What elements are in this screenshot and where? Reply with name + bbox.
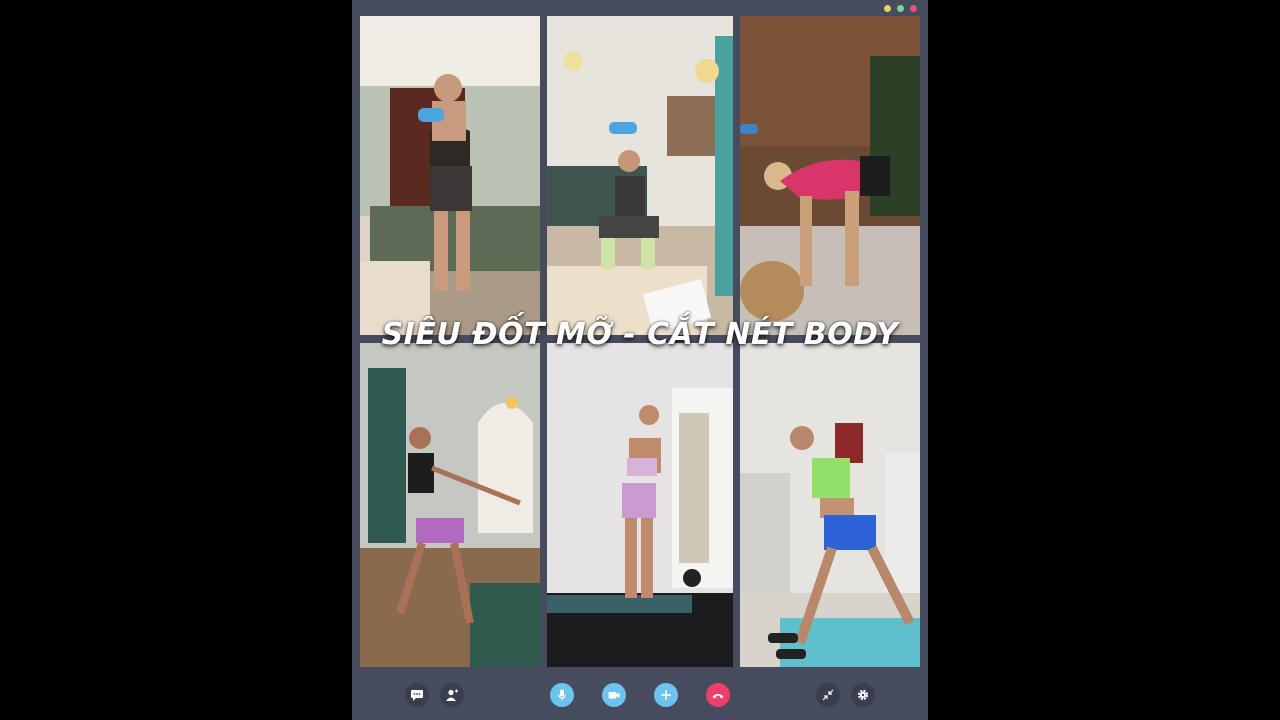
chat-button[interactable] bbox=[405, 683, 429, 707]
microphone-button[interactable] bbox=[550, 683, 574, 707]
settings-button[interactable] bbox=[851, 683, 875, 707]
overlay-title: SIÊU ĐỐT MỠ - CẮT NÉT BODY bbox=[381, 317, 899, 352]
plus-icon bbox=[661, 690, 671, 700]
participant-video-6[interactable] bbox=[740, 343, 920, 667]
microphone-icon bbox=[557, 689, 567, 701]
window-minimize-dot[interactable] bbox=[884, 5, 891, 12]
add-participant-icon bbox=[446, 689, 458, 701]
video-call-window: SIÊU ĐỐT MỠ - CẮT NÉT BODY bbox=[352, 0, 928, 720]
video-camera-button[interactable] bbox=[602, 683, 626, 707]
chat-icon bbox=[411, 690, 423, 701]
window-maximize-dot[interactable] bbox=[897, 5, 904, 12]
participant-video-4[interactable] bbox=[360, 343, 540, 667]
participant-video-3[interactable] bbox=[740, 16, 920, 335]
participant-video-5[interactable] bbox=[547, 343, 733, 667]
participant-video-2[interactable] bbox=[547, 16, 733, 335]
end-call-icon bbox=[712, 694, 724, 699]
minimize-button[interactable] bbox=[816, 683, 840, 707]
video-camera-icon bbox=[608, 692, 620, 699]
gear-icon bbox=[857, 689, 869, 701]
minimize-icon bbox=[822, 689, 834, 701]
add-button[interactable] bbox=[654, 683, 678, 707]
window-controls bbox=[884, 5, 917, 12]
participant-video-1[interactable] bbox=[360, 16, 540, 335]
add-participant-button[interactable] bbox=[440, 683, 464, 707]
window-close-dot[interactable] bbox=[910, 5, 917, 12]
end-call-button[interactable] bbox=[706, 683, 730, 707]
